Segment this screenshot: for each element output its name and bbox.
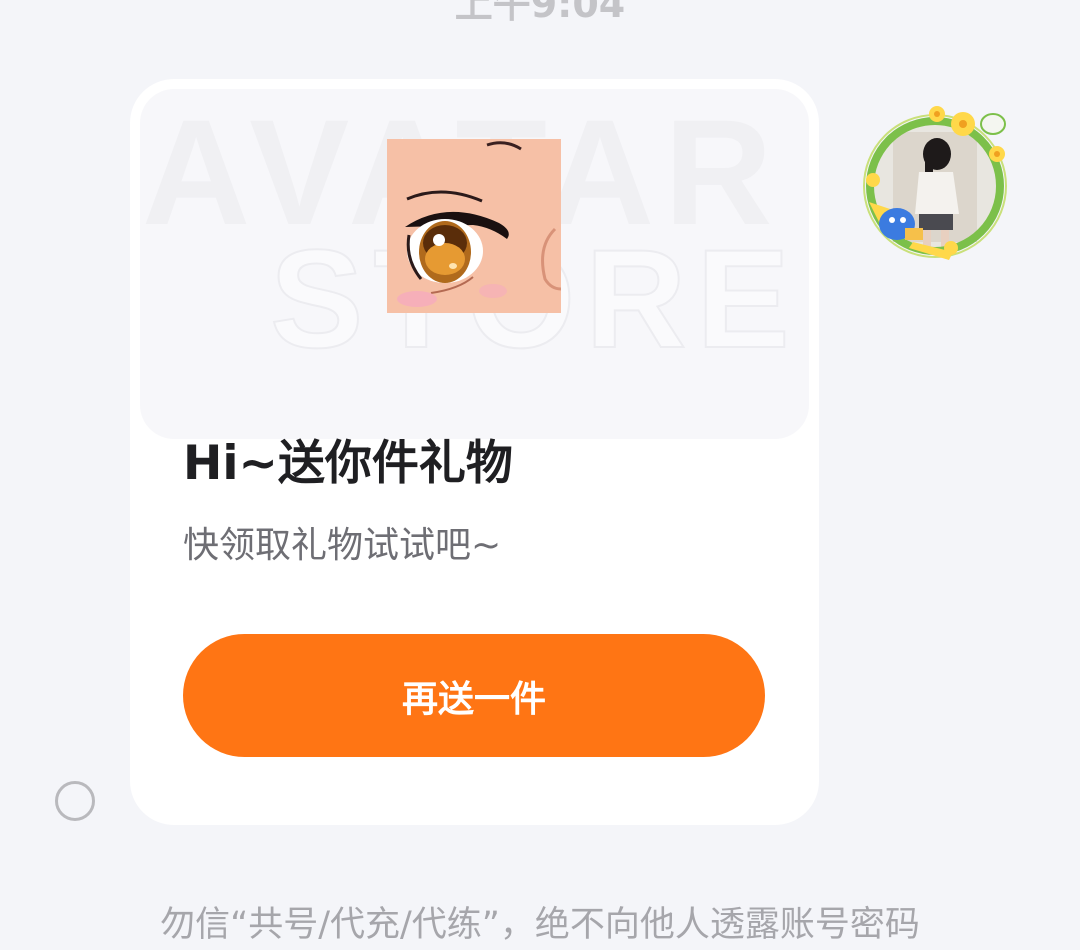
safety-notice: 勿信“共号/代充/代练”，绝不向他人透露账号密码 <box>160 905 920 945</box>
gift-message-card[interactable]: AVATAR STORE Hi~送你件礼物 快领取礼物试试吧~ 再送一件 <box>130 79 819 825</box>
anime-eye-icon[interactable] <box>387 139 561 313</box>
sender-avatar[interactable] <box>853 102 1018 267</box>
send-another-gift-button[interactable]: 再送一件 <box>183 634 765 757</box>
gift-card-subtitle: 快领取礼物试试吧~ <box>183 525 502 566</box>
message-status-icon <box>55 781 95 821</box>
message-timestamp: 上午9:04 <box>454 0 626 26</box>
gift-card-title: Hi~送你件礼物 <box>183 436 513 491</box>
gift-banner: AVATAR STORE <box>140 89 809 439</box>
